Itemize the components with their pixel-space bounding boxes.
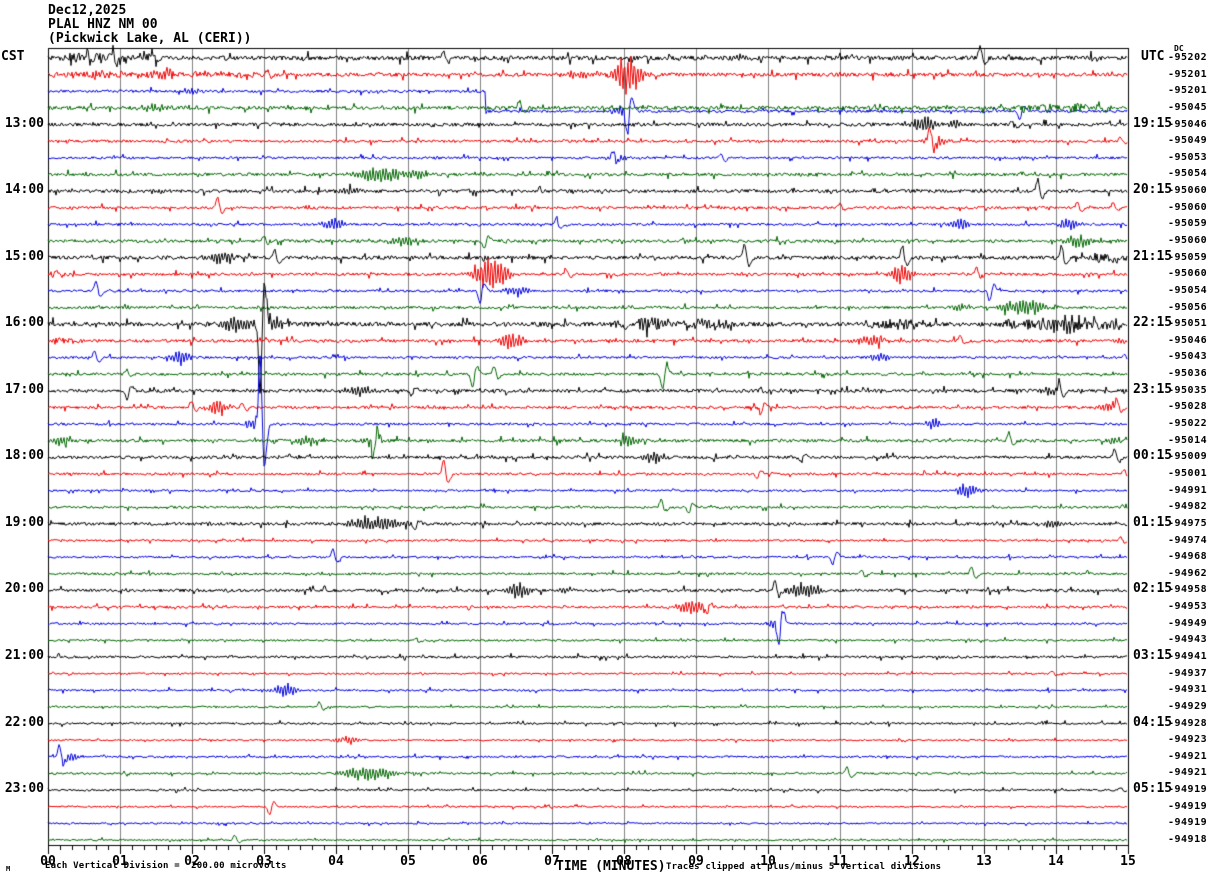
- dc-value: -95049: [1168, 135, 1208, 147]
- left-time-label: 15:00: [4, 248, 44, 264]
- x-tick-label: 04: [328, 854, 344, 869]
- dc-value: -95036: [1168, 368, 1208, 380]
- dc-value: -94919: [1168, 784, 1208, 796]
- utc-time-label: 02:15: [1133, 581, 1173, 597]
- utc-time-label: 20:15: [1133, 182, 1173, 198]
- dc-value: -94968: [1168, 551, 1208, 563]
- dc-value: -94958: [1168, 584, 1208, 596]
- dc-value: -95054: [1168, 168, 1208, 180]
- dc-value: -94919: [1168, 817, 1208, 829]
- dc-value: -95060: [1168, 235, 1208, 247]
- dc-value: -95022: [1168, 418, 1208, 430]
- dc-value: -95060: [1168, 201, 1208, 213]
- dc-value: -95201: [1168, 85, 1208, 97]
- utc-time-label: 05:15: [1133, 781, 1173, 797]
- dc-value: -95059: [1168, 251, 1208, 263]
- x-tick-label: 14: [1048, 854, 1064, 869]
- left-timezone-label: CST: [1, 49, 25, 64]
- right-timezone-label: UTC: [1141, 49, 1165, 64]
- dc-value: -95009: [1168, 451, 1208, 463]
- left-time-label: 16:00: [4, 315, 44, 331]
- title-date: Dec12,2025: [48, 3, 127, 18]
- dc-value: -95053: [1168, 151, 1208, 163]
- left-time-label: 13:00: [4, 115, 44, 131]
- seismogram-canvas: [0, 0, 1210, 886]
- clip-note: Traces clipped at plus/minus 5 vertical …: [666, 862, 942, 872]
- dc-value: -94949: [1168, 617, 1208, 629]
- left-time-label: 21:00: [4, 647, 44, 663]
- dc-value: -94982: [1168, 501, 1208, 513]
- dc-value: -95001: [1168, 467, 1208, 479]
- dc-value: -94921: [1168, 767, 1208, 779]
- dc-value: -95035: [1168, 384, 1208, 396]
- left-time-label: 14:00: [4, 182, 44, 198]
- left-time-label: 19:00: [4, 514, 44, 530]
- utc-time-label: 00:15: [1133, 448, 1173, 464]
- dc-value: -94931: [1168, 684, 1208, 696]
- utc-time-label: 03:15: [1133, 647, 1173, 663]
- dc-value: -95046: [1168, 118, 1208, 130]
- dc-value: -95054: [1168, 284, 1208, 296]
- dc-value: -94953: [1168, 601, 1208, 613]
- left-time-label: 17:00: [4, 381, 44, 397]
- dc-value: -95045: [1168, 101, 1208, 113]
- dc-value: -94919: [1168, 800, 1208, 812]
- dc-value: -95059: [1168, 218, 1208, 230]
- x-axis-title: TIME (MINUTES): [556, 859, 666, 874]
- utc-time-label: 01:15: [1133, 514, 1173, 530]
- dc-value: -95201: [1168, 68, 1208, 80]
- dc-value: -94943: [1168, 634, 1208, 646]
- dc-value: -94975: [1168, 517, 1208, 529]
- utc-time-label: 04:15: [1133, 714, 1173, 730]
- dc-value: -94928: [1168, 717, 1208, 729]
- scale-note: Each Vertical Division = 200.00 microvol…: [45, 861, 287, 871]
- left-time-label: 18:00: [4, 448, 44, 464]
- dc-value: -95014: [1168, 434, 1208, 446]
- watermark-glyph: M: [6, 865, 11, 873]
- dc-value: -95060: [1168, 185, 1208, 197]
- dc-value: -94923: [1168, 734, 1208, 746]
- utc-time-label: 21:15: [1133, 248, 1173, 264]
- utc-time-label: 22:15: [1133, 315, 1173, 331]
- dc-value: -94991: [1168, 484, 1208, 496]
- title-station: PLAL HNZ NM 00: [48, 17, 158, 32]
- dc-value: -94974: [1168, 534, 1208, 546]
- dc-value: -94921: [1168, 750, 1208, 762]
- dc-value: -95056: [1168, 301, 1208, 313]
- dc-value: -95051: [1168, 318, 1208, 330]
- dc-value: -94929: [1168, 700, 1208, 712]
- x-tick-label: 05: [400, 854, 416, 869]
- dc-value: -94962: [1168, 567, 1208, 579]
- dc-value: -95043: [1168, 351, 1208, 363]
- dc-value: -94937: [1168, 667, 1208, 679]
- x-tick-label: 06: [472, 854, 488, 869]
- left-time-label: 23:00: [4, 781, 44, 797]
- helicorder-screen: Dec12,2025 PLAL HNZ NM 00 (Pickwick Lake…: [0, 0, 1210, 886]
- dc-value: -95060: [1168, 268, 1208, 280]
- x-tick-label: 13: [976, 854, 992, 869]
- left-time-label: 20:00: [4, 581, 44, 597]
- dc-value: -95046: [1168, 334, 1208, 346]
- dc-value: -94941: [1168, 650, 1208, 662]
- dc-value: -95202: [1168, 52, 1208, 63]
- dc-value: -95028: [1168, 401, 1208, 413]
- dc-value: -94918: [1168, 834, 1208, 845]
- left-time-label: 22:00: [4, 714, 44, 730]
- utc-time-label: 19:15: [1133, 115, 1173, 131]
- x-tick-label: 15: [1120, 854, 1136, 869]
- title-location: (Pickwick Lake, AL (CERI)): [48, 31, 252, 46]
- utc-time-label: 23:15: [1133, 381, 1173, 397]
